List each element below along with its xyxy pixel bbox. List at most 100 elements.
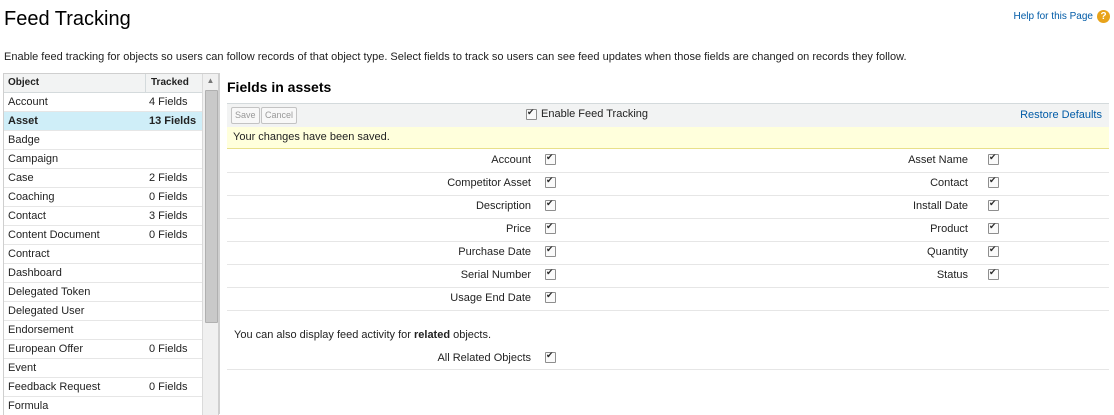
field-checkbox[interactable]: [545, 267, 556, 280]
field-checkbox[interactable]: [988, 267, 999, 280]
object-name[interactable]: Coaching: [4, 188, 146, 206]
field-checkbox[interactable]: [988, 175, 999, 188]
field-checkbox[interactable]: [545, 244, 556, 257]
field-label: Competitor Asset: [447, 177, 531, 189]
field-row: Account Asset Name: [227, 150, 1109, 173]
help-link-label[interactable]: Help for this Page: [1014, 11, 1094, 22]
field-checkbox[interactable]: [545, 198, 556, 211]
object-list-row[interactable]: Dashboard: [4, 264, 218, 283]
object-list-row[interactable]: Delegated User: [4, 302, 218, 321]
enable-feed-tracking-label: Enable Feed Tracking: [541, 108, 649, 120]
fields-toolbar: Save Cancel Enable Feed Tracking Restore…: [227, 103, 1109, 128]
tracked-count: [146, 283, 207, 301]
object-name[interactable]: Contract: [4, 245, 146, 263]
object-name[interactable]: Contact: [4, 207, 146, 225]
object-list-row[interactable]: Campaign: [4, 150, 218, 169]
object-name[interactable]: Case: [4, 169, 146, 187]
scroll-up-icon[interactable]: ▲: [203, 74, 218, 88]
tracked-count: 2 Fields: [149, 172, 188, 184]
help-link[interactable]: Help for this Page ?: [1014, 10, 1110, 23]
tracked-count: [146, 150, 207, 168]
object-name[interactable]: Endorsement: [4, 321, 146, 339]
cancel-button[interactable]: Cancel: [261, 107, 298, 124]
object-name[interactable]: Event: [4, 359, 146, 377]
object-name[interactable]: Account: [4, 93, 146, 111]
enable-feed-tracking[interactable]: Enable Feed Tracking: [526, 107, 649, 120]
object-list-row[interactable]: Contact 3 Fields: [4, 207, 218, 226]
related-note-bold: related: [413, 329, 451, 341]
field-row: Competitor Asset Contact: [227, 173, 1109, 196]
object-name[interactable]: Formula: [4, 397, 146, 415]
object-list-row[interactable]: European Offer 0 Fields: [4, 340, 218, 359]
field-label: Install Date: [912, 200, 968, 212]
object-list-scrollbar[interactable]: ▲: [202, 74, 218, 415]
field-checkbox[interactable]: [988, 221, 999, 234]
object-list-row[interactable]: Event: [4, 359, 218, 378]
field-label: Purchase Date: [458, 246, 531, 258]
fields-panel: Fields in assets Save Cancel Enable Feed…: [219, 73, 1114, 414]
tracked-count: [146, 245, 207, 263]
object-list-row[interactable]: Asset 13 Fields: [4, 112, 218, 131]
object-list-row[interactable]: Badge: [4, 131, 218, 150]
field-label: Serial Number: [460, 269, 531, 281]
object-list-row[interactable]: Feedback Request 0 Fields: [4, 378, 218, 397]
restore-defaults-link[interactable]: Restore Defaults: [1020, 109, 1102, 121]
object-name[interactable]: Delegated Token: [4, 283, 146, 301]
tracked-count: [146, 264, 207, 282]
column-header-object[interactable]: Object: [4, 74, 146, 92]
object-name[interactable]: Badge: [4, 131, 146, 149]
field-label: Product: [930, 223, 968, 235]
page-title: Feed Tracking: [4, 8, 131, 30]
help-icon[interactable]: ?: [1097, 10, 1110, 23]
object-list-header: Object Tracked: [4, 74, 218, 93]
object-list-row[interactable]: Contract: [4, 245, 218, 264]
tracked-count: 0 Fields: [149, 343, 188, 355]
field-row: Description Install Date: [227, 196, 1109, 219]
tracked-count: 3 Fields: [149, 210, 188, 222]
column-header-tracked[interactable]: Tracked: [146, 74, 209, 92]
field-checkbox[interactable]: [545, 175, 556, 188]
object-list-row[interactable]: Case 2 Fields: [4, 169, 218, 188]
field-label: Quantity: [927, 246, 968, 258]
tracked-count: [146, 359, 207, 377]
tracked-count: [146, 302, 207, 320]
related-note-suffix: objects.: [450, 329, 492, 341]
object-list: Object Tracked Account 4 Fields Asset 13 Fi…: [3, 73, 219, 415]
object-name[interactable]: Campaign: [4, 150, 146, 168]
field-row: Serial Number Status: [227, 265, 1109, 288]
object-list-row[interactable]: Content Document 0 Fields: [4, 226, 218, 245]
all-related-objects-label: All Related Objects: [437, 352, 531, 364]
field-label: Usage End Date: [450, 292, 531, 304]
scrollbar-thumb[interactable]: [205, 90, 218, 323]
save-button[interactable]: Save: [231, 107, 260, 124]
object-name[interactable]: Asset: [4, 112, 146, 130]
field-checkbox[interactable]: [545, 152, 556, 165]
object-name[interactable]: Dashboard: [4, 264, 146, 282]
field-checkbox[interactable]: [545, 221, 556, 234]
object-list-row[interactable]: Account 4 Fields: [4, 93, 218, 112]
object-name[interactable]: European Offer: [4, 340, 146, 358]
enable-feed-tracking-checkbox[interactable]: [526, 107, 537, 120]
related-objects-note: You can also display feed activity for r…: [234, 329, 491, 341]
object-list-row[interactable]: Formula: [4, 397, 218, 415]
field-label: Price: [505, 223, 531, 235]
field-checkbox[interactable]: [988, 152, 999, 165]
field-row: Usage End Date: [227, 288, 1109, 311]
field-checkbox[interactable]: [545, 290, 556, 303]
fields-title: Fields in assets: [227, 79, 332, 95]
object-name[interactable]: Delegated User: [4, 302, 146, 320]
object-list-row[interactable]: Delegated Token: [4, 283, 218, 302]
object-list-row[interactable]: Coaching 0 Fields: [4, 188, 218, 207]
object-name[interactable]: Feedback Request: [4, 378, 146, 396]
page-description: Enable feed tracking for objects so user…: [4, 51, 907, 63]
tracked-count: 0 Fields: [149, 229, 188, 241]
tracked-count: 13 Fields: [149, 115, 197, 127]
field-checkbox[interactable]: [988, 198, 999, 211]
all-related-objects-checkbox[interactable]: [545, 350, 556, 363]
field-label: Contact: [930, 177, 968, 189]
tracked-count: [146, 131, 207, 149]
field-row: Purchase Date Quantity: [227, 242, 1109, 265]
field-checkbox[interactable]: [988, 244, 999, 257]
object-list-row[interactable]: Endorsement: [4, 321, 218, 340]
object-name[interactable]: Content Document: [4, 226, 146, 244]
